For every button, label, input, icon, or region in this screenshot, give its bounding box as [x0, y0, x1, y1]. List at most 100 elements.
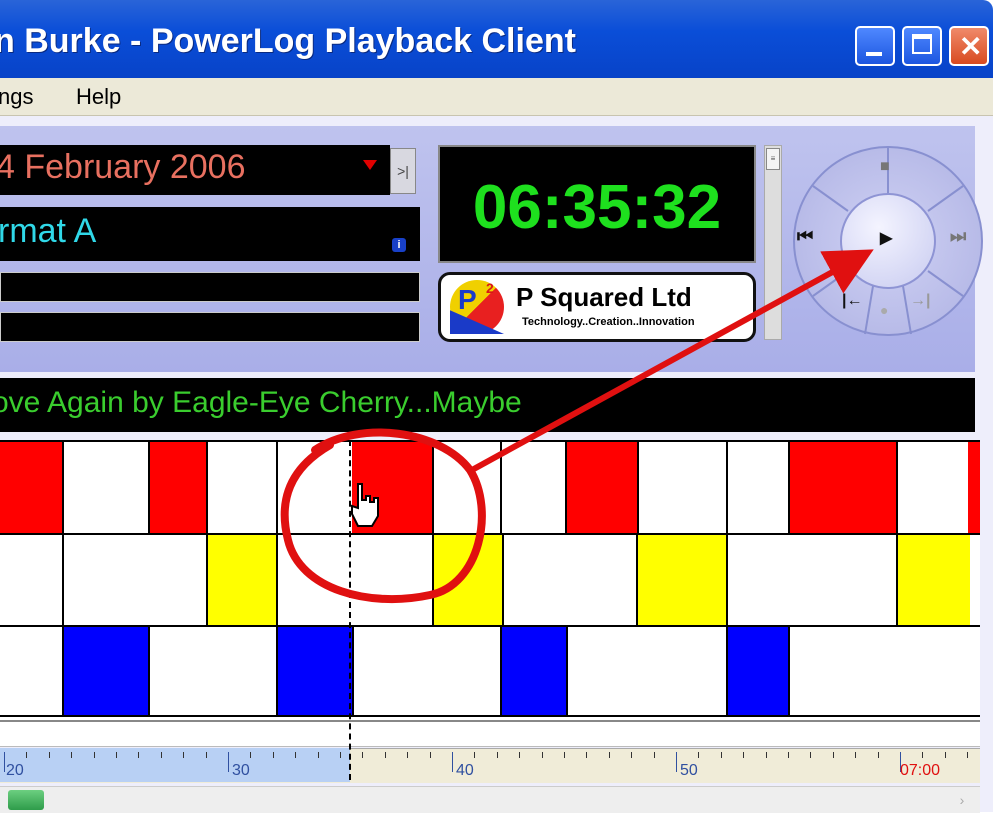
logo-name: P Squared Ltd — [516, 282, 692, 312]
timeline-tick — [160, 752, 162, 758]
logo-mark-superscript: 2 — [486, 280, 494, 296]
timeline-tick — [564, 752, 565, 758]
horizontal-scrollbar[interactable] — [0, 786, 980, 813]
timeline-tick — [317, 752, 319, 758]
menu-bar: ngs Help — [0, 78, 993, 116]
now-playing-text: ove Again by Eagle-Eye Cherry...Maybe — [0, 386, 522, 419]
timeline-tick — [384, 752, 386, 758]
scroll-right-icon[interactable]: › — [952, 790, 972, 810]
grid-cell-red[interactable] — [352, 440, 432, 534]
next-icon[interactable]: ⏭ — [950, 226, 966, 247]
stop-icon[interactable]: ■ — [880, 158, 890, 176]
timeline-tick — [183, 752, 185, 758]
timeline-tick — [48, 752, 50, 758]
grid-cell-red[interactable] — [968, 440, 980, 534]
format-text: rmat A — [0, 212, 97, 250]
info-strip-2 — [0, 312, 420, 342]
clock-time: 06:35:32 — [472, 173, 722, 242]
window-title: n Burke - PowerLog Playback Client — [0, 22, 576, 60]
timeline-tick — [295, 752, 297, 758]
timeline-label: 40 — [456, 762, 474, 779]
timeline-tick — [743, 752, 745, 758]
date-dropdown-arrow-icon[interactable] — [363, 160, 377, 170]
timeline-tick — [138, 752, 140, 758]
minimize-button[interactable] — [855, 26, 895, 66]
grid-cell-blue[interactable] — [500, 626, 566, 716]
menu-help[interactable]: Help — [76, 84, 121, 110]
logo-tagline: Technology..Creation..Innovation — [522, 316, 695, 328]
timeline-tick — [653, 752, 655, 758]
grid-cell-yellow[interactable] — [898, 534, 970, 626]
date-end-button[interactable]: >| — [390, 148, 416, 194]
timeline-tick — [116, 752, 117, 758]
previous-icon[interactable]: ⏮ — [797, 226, 813, 247]
grid-cell-red[interactable] — [148, 440, 206, 534]
menu-settings[interactable]: ngs — [0, 84, 33, 110]
timeline-tick — [407, 752, 409, 758]
scrollbar-thumb[interactable] — [8, 790, 44, 810]
timeline-tick — [228, 752, 229, 772]
timeline-tick — [922, 752, 924, 758]
timeline-label: 50 — [680, 762, 698, 779]
volume-slider-track[interactable] — [764, 145, 782, 340]
timeline-tick — [877, 752, 879, 758]
timeline-tick — [496, 752, 498, 758]
maximize-button[interactable] — [902, 26, 942, 66]
timeline-tick — [810, 752, 812, 758]
info-icon[interactable]: i — [392, 238, 406, 252]
timeline-tick — [4, 752, 5, 772]
grid-cell-red[interactable] — [0, 440, 62, 534]
timeline-tick — [519, 752, 521, 758]
timeline-tick — [429, 752, 431, 758]
timeline-tick — [676, 752, 677, 772]
volume-slider-thumb[interactable]: ≡ — [766, 148, 780, 170]
grid-cell-red[interactable] — [565, 440, 637, 534]
timeline-label: 20 — [6, 762, 24, 779]
title-bar: n Burke - PowerLog Playback Client ✕ — [0, 0, 993, 78]
timeline-label-hour: 07:00 — [900, 762, 941, 779]
timeline-tick — [967, 752, 969, 758]
log-grid[interactable] — [0, 440, 980, 722]
timeline-tick — [765, 752, 767, 758]
timeline-tick — [474, 752, 476, 758]
timeline-tick — [205, 752, 207, 758]
close-button[interactable]: ✕ — [949, 26, 989, 66]
timeline-tick — [855, 752, 857, 758]
timeline-tick — [93, 752, 95, 758]
timeline-tick — [586, 752, 588, 758]
timeline-tick — [608, 752, 610, 758]
date-text: 4 February 2006 — [0, 148, 246, 186]
timeline-tick — [340, 752, 341, 758]
timeline-tick — [362, 752, 364, 758]
play-icon[interactable]: ▶ — [880, 228, 892, 248]
close-icon: ✕ — [959, 31, 983, 62]
timeline-tick — [788, 752, 789, 758]
grid-cell-blue[interactable] — [62, 626, 148, 716]
timeline-tick — [832, 752, 834, 758]
grid-cell-blue[interactable] — [276, 626, 352, 716]
mark-in-icon[interactable]: |← — [842, 292, 862, 310]
info-strip-1 — [0, 272, 420, 302]
timeline-played-region — [0, 748, 350, 782]
timeline-label: 30 — [232, 762, 250, 779]
timeline-tick — [452, 752, 453, 772]
timeline-tick — [698, 752, 700, 758]
timeline-tick — [720, 752, 722, 758]
grid-footer — [0, 722, 980, 747]
grid-cell-yellow[interactable] — [636, 534, 726, 626]
playhead-line[interactable] — [349, 440, 351, 780]
timeline-tick — [541, 752, 543, 758]
timeline-tick — [71, 752, 73, 758]
grid-cell-yellow[interactable] — [432, 534, 502, 626]
timeline-tick — [272, 752, 274, 758]
timeline-tick — [631, 752, 633, 758]
grid-cell-red[interactable] — [788, 440, 896, 534]
timeline-tick — [26, 752, 28, 758]
timeline-tick — [944, 752, 946, 758]
logo-mark-letter: P — [458, 284, 477, 315]
grid-cell-yellow[interactable] — [208, 534, 276, 626]
timeline-tick — [250, 752, 252, 758]
grid-cell-blue[interactable] — [726, 626, 788, 716]
mark-out-icon[interactable]: →| — [910, 292, 930, 310]
record-icon[interactable]: ● — [880, 302, 888, 318]
